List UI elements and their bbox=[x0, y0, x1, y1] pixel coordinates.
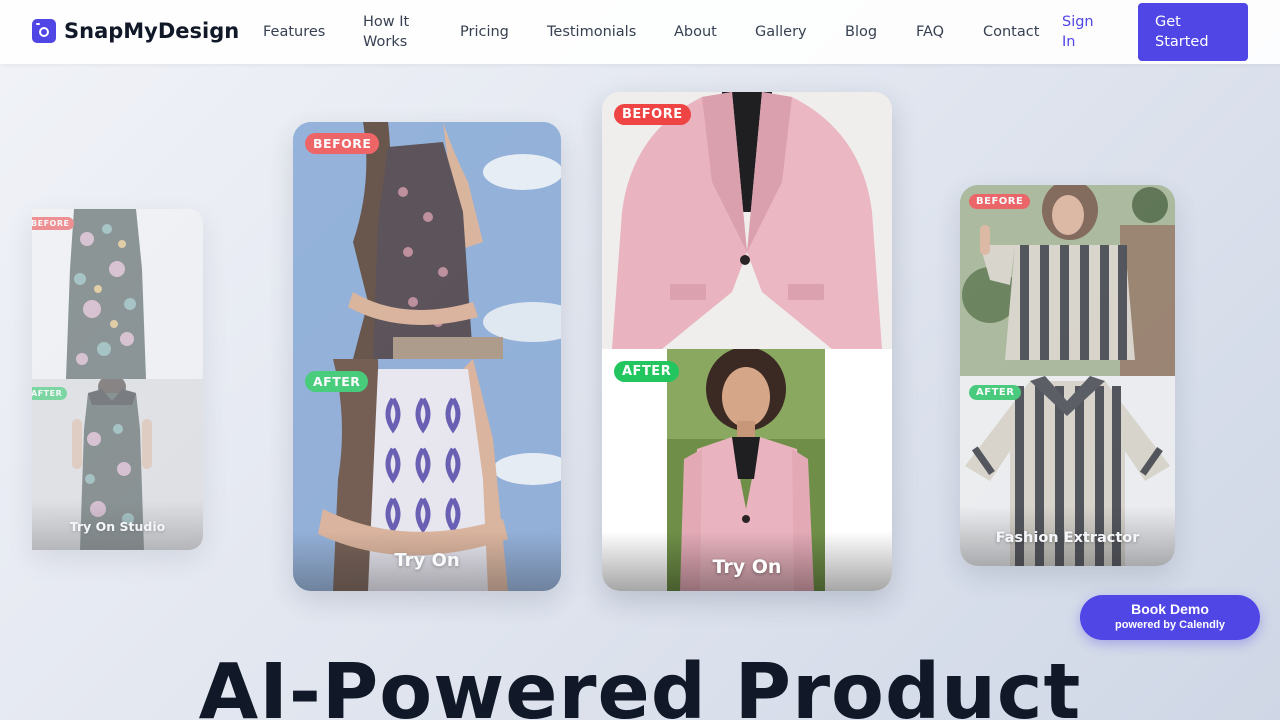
camera-icon bbox=[32, 19, 56, 43]
nav-link-label: Testimonials bbox=[547, 24, 637, 40]
after-badge: AFTER bbox=[32, 387, 68, 400]
showcase-card-fashion-extractor[interactable]: BEFORE AFTER Fashion Extractor bbox=[960, 185, 1175, 566]
brand-name: SnapMyDesign bbox=[64, 19, 240, 43]
get-started-label: Get bbox=[1155, 14, 1181, 30]
before-badge: BEFORE bbox=[32, 217, 75, 230]
showcase-card-try-on-studio[interactable]: BEFORE AFTER Try On Studio bbox=[32, 209, 203, 550]
top-nav: SnapMyDesign Features How It Works Prici… bbox=[0, 0, 1280, 64]
card-title: Try On bbox=[602, 531, 892, 591]
card-title: Try On Studio bbox=[32, 500, 203, 550]
before-image: BEFORE bbox=[960, 185, 1175, 376]
nav-link-gallery[interactable]: Gallery bbox=[755, 0, 807, 64]
nav-link-label: Contact bbox=[983, 24, 1040, 40]
nav-link-label: How It bbox=[363, 14, 410, 30]
nav-link-testimonials[interactable]: Testimonials bbox=[547, 0, 636, 64]
nav-link-features[interactable]: Features bbox=[263, 0, 325, 64]
before-image: BEFORE bbox=[293, 122, 561, 359]
before-badge: BEFORE bbox=[969, 194, 1031, 209]
nav-link-blog[interactable]: Blog bbox=[845, 0, 877, 64]
before-badge: BEFORE bbox=[305, 133, 380, 154]
sign-in-label: Sign bbox=[1062, 14, 1094, 30]
sign-in-label: In bbox=[1062, 34, 1076, 50]
nav-link-label: Pricing bbox=[460, 24, 509, 40]
after-badge: AFTER bbox=[305, 371, 369, 392]
nav-link-about[interactable]: About bbox=[674, 0, 717, 64]
book-demo-subtitle: powered by Calendly bbox=[1114, 619, 1226, 631]
sign-in-link[interactable]: Sign In bbox=[1062, 0, 1094, 64]
get-started-label: Started bbox=[1155, 34, 1209, 50]
card-title: Fashion Extractor bbox=[960, 506, 1175, 566]
nav-link-label: Gallery bbox=[755, 24, 807, 40]
after-badge: AFTER bbox=[969, 385, 1022, 400]
get-started-button[interactable]: Get Started bbox=[1138, 3, 1248, 61]
book-demo-label: Book Demo bbox=[1131, 601, 1209, 617]
book-demo-button[interactable]: Book Demo powered by Calendly bbox=[1080, 595, 1260, 640]
nav-link-label: FAQ bbox=[916, 24, 945, 40]
before-image: BEFORE bbox=[602, 92, 892, 349]
nav-link-label: Works bbox=[363, 34, 408, 50]
before-badge: BEFORE bbox=[614, 104, 691, 125]
nav-link-contact[interactable]: Contact bbox=[983, 0, 1039, 64]
nav-link-faq[interactable]: FAQ bbox=[916, 0, 944, 64]
after-badge: AFTER bbox=[614, 361, 680, 382]
card-title: Try On bbox=[293, 531, 561, 591]
before-image: BEFORE bbox=[32, 209, 203, 379]
nav-link-pricing[interactable]: Pricing bbox=[460, 0, 509, 64]
nav-link-label: Blog bbox=[845, 24, 878, 40]
brand-logo[interactable]: SnapMyDesign bbox=[32, 19, 239, 43]
showcase-card-try-on-tops[interactable]: BEFORE AFTER Try On bbox=[293, 122, 561, 591]
showcase-card-try-on-blazer[interactable]: BEFORE AFTER Try On bbox=[602, 92, 892, 591]
nav-link-how-it-works[interactable]: How It Works bbox=[363, 0, 409, 64]
nav-link-label: Features bbox=[263, 24, 326, 40]
nav-link-label: About bbox=[674, 24, 717, 40]
hero-title: AI-Powered Product bbox=[198, 648, 1082, 720]
